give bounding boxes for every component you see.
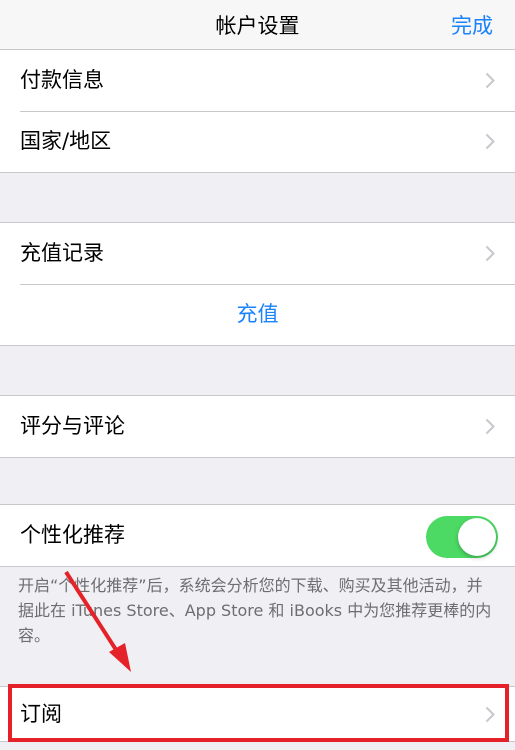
personalized-recommendations-toggle[interactable] (426, 516, 498, 558)
country-region-row[interactable]: 国家/地区 (0, 111, 515, 172)
recharge-history-label: 充值记录 (20, 241, 104, 265)
personalized-recommendations-label: 个性化推荐 (20, 523, 125, 547)
subscriptions-label: 订阅 (20, 702, 62, 726)
chevron-right-icon (485, 133, 495, 150)
chevron-right-icon (485, 245, 495, 262)
page-title: 帐户设置 (215, 14, 300, 38)
country-region-label: 国家/地区 (20, 129, 112, 153)
account-info-group: 付款信息 国家/地区 (0, 49, 515, 173)
subscriptions-row[interactable]: 订阅 (0, 687, 515, 741)
subscriptions-group: 订阅 (0, 686, 515, 742)
ratings-reviews-row[interactable]: 评分与评论 (0, 396, 515, 457)
toggle-knob (458, 518, 496, 556)
personalized-recommendations-row: 个性化推荐 (0, 505, 515, 566)
chevron-right-icon (485, 418, 495, 435)
payment-info-label: 付款信息 (20, 68, 104, 92)
ratings-group: 评分与评论 (0, 395, 515, 458)
recharge-history-row[interactable]: 充值记录 (0, 223, 515, 284)
chevron-right-icon (485, 72, 495, 89)
personalized-footer-note: 开启“个性化推荐”后，系统会分析您的下载、购买及其他活动，并据此在 iTunes… (18, 576, 492, 645)
navigation-bar: 帐户设置 完成 (0, 0, 515, 56)
chevron-right-icon (485, 706, 495, 723)
recharge-label: 充值 (236, 302, 279, 326)
payment-info-row[interactable]: 付款信息 (0, 50, 515, 111)
recharge-button[interactable]: 充值 (0, 284, 515, 345)
ratings-reviews-label: 评分与评论 (20, 414, 125, 438)
personalized-group: 个性化推荐 (0, 504, 515, 567)
done-button[interactable]: 完成 (451, 0, 493, 55)
recharge-group: 充值记录 充值 (0, 222, 515, 346)
